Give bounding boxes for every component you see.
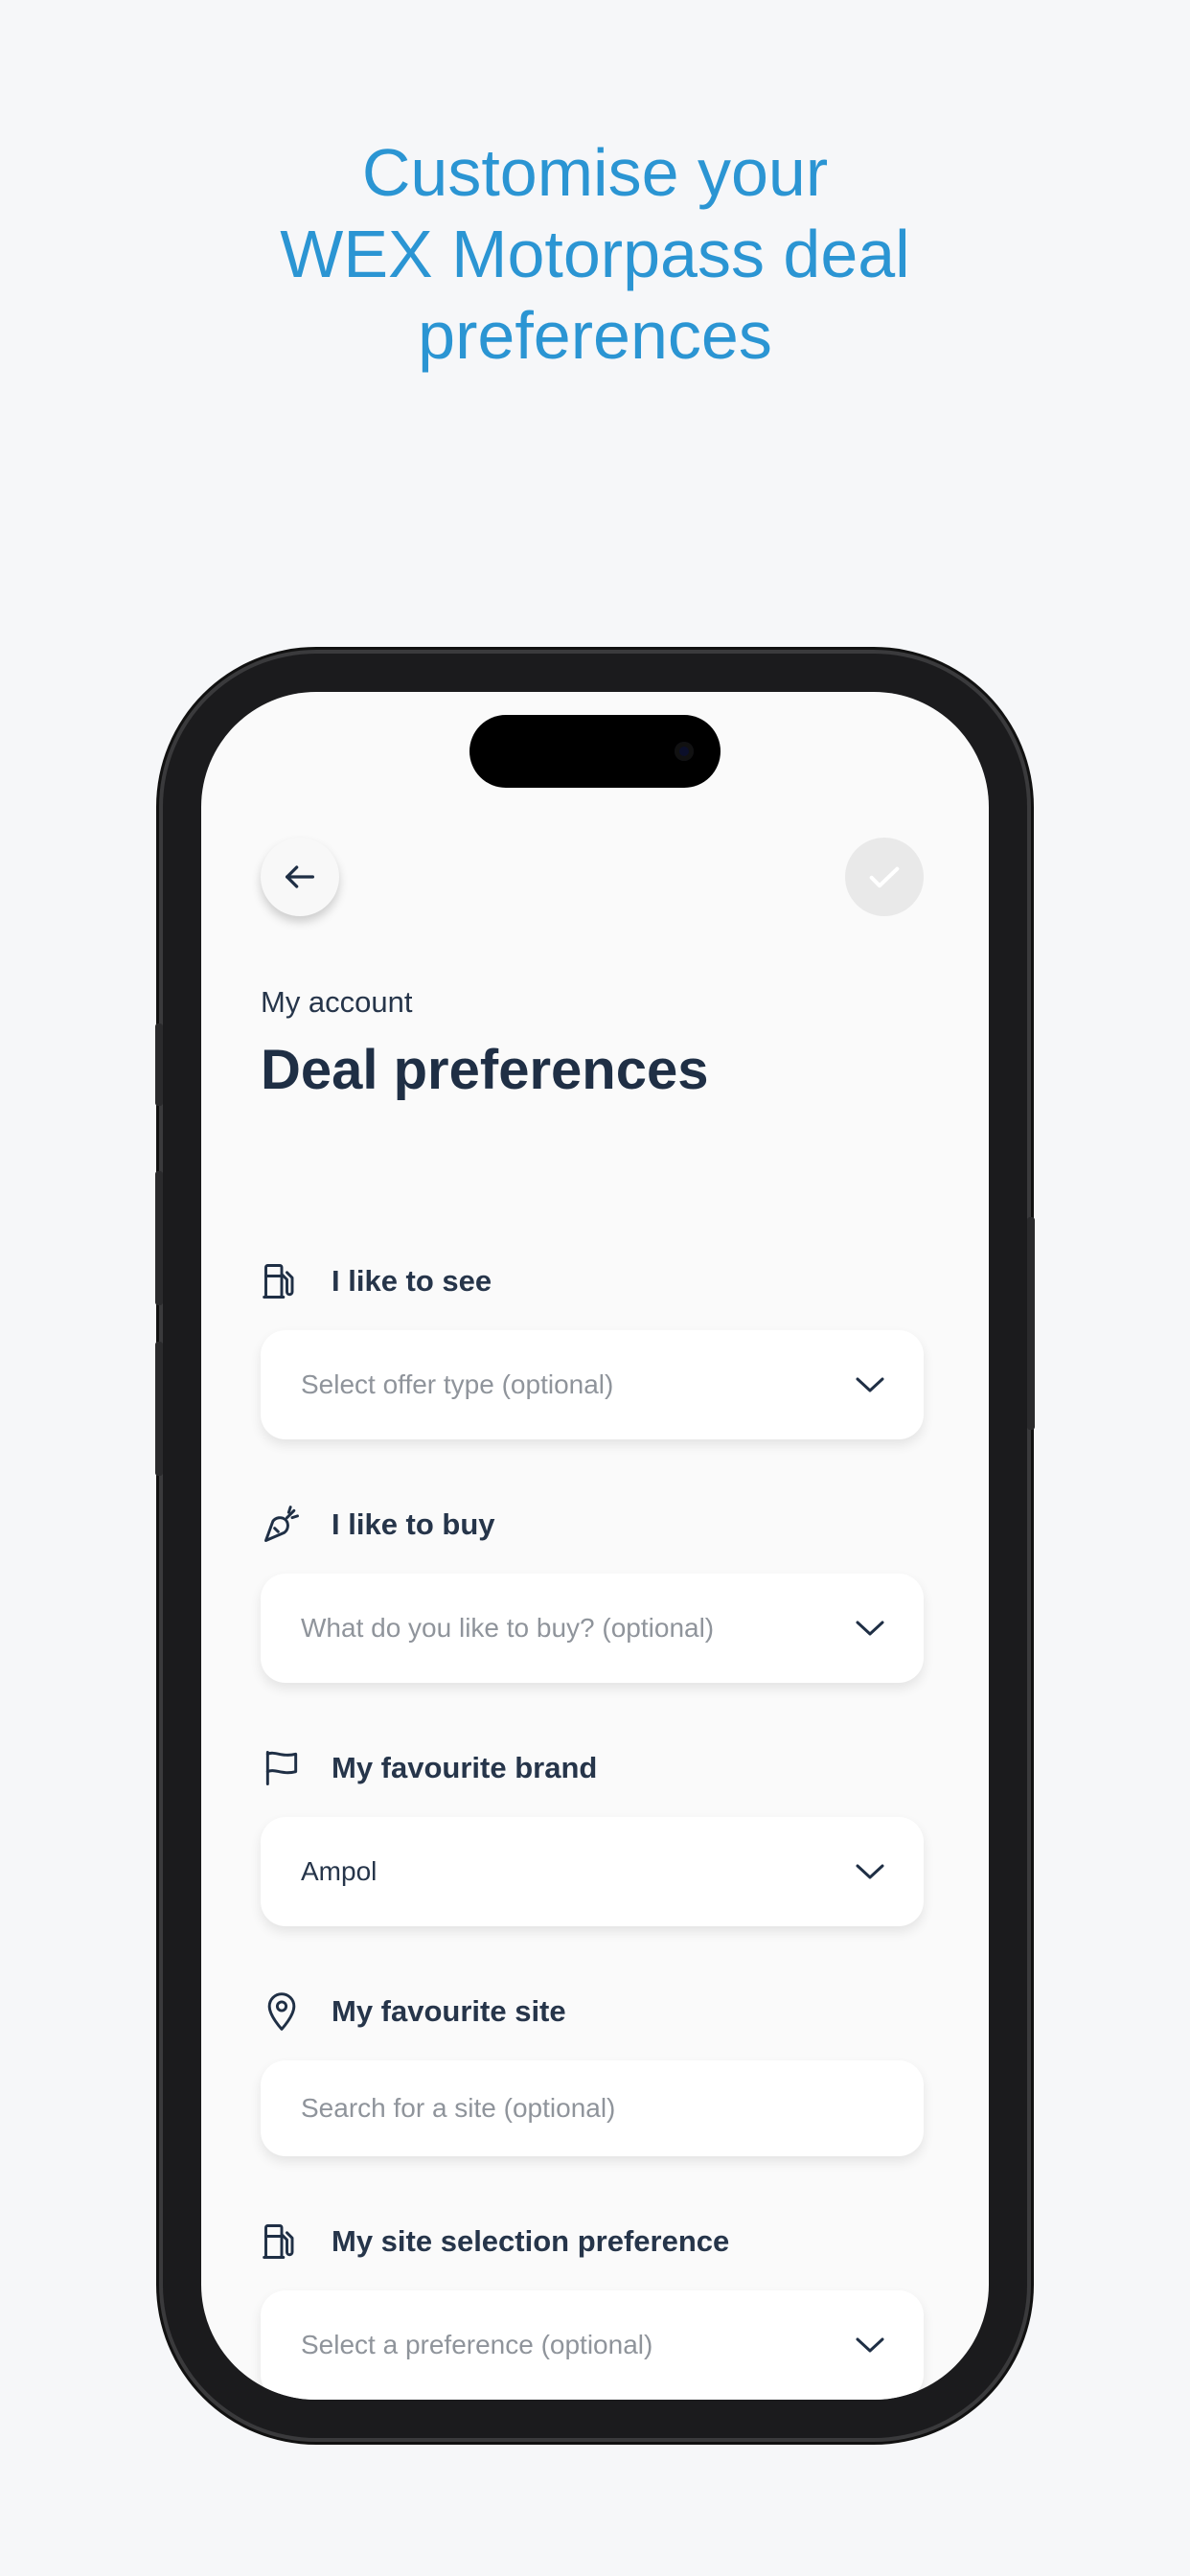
promo-headline: Customise your WEX Motorpass deal prefer… bbox=[0, 132, 1190, 377]
dynamic-island bbox=[469, 715, 721, 788]
breadcrumb: My account bbox=[261, 985, 413, 1019]
app-screen: My account Deal preferences I like to se… bbox=[201, 692, 989, 2400]
brand-dropdown[interactable]: Ampol bbox=[261, 1817, 924, 1926]
headline-line-3: preferences bbox=[418, 298, 772, 373]
volume-down-button bbox=[155, 1342, 163, 1476]
chevron-down-icon bbox=[855, 1375, 885, 1394]
action-button bbox=[155, 1024, 163, 1106]
brand-value: Ampol bbox=[301, 1856, 378, 1886]
section-label-text: I like to buy bbox=[332, 1507, 495, 1541]
volume-up-button bbox=[155, 1171, 163, 1305]
section-label-offer-type: I like to see bbox=[261, 1257, 492, 1305]
headline-line-1: Customise your bbox=[361, 135, 829, 210]
confirm-button[interactable] bbox=[845, 838, 924, 916]
chevron-down-icon bbox=[855, 1862, 885, 1881]
site-preference-placeholder: Select a preference (optional) bbox=[301, 2330, 653, 2359]
fuel-pump-icon bbox=[261, 1260, 303, 1302]
section-label-brand: My favourite brand bbox=[261, 1744, 597, 1792]
buy-placeholder: What do you like to buy? (optional) bbox=[301, 1613, 715, 1643]
site-preference-dropdown[interactable]: Select a preference (optional) bbox=[261, 2290, 924, 2400]
section-label-site: My favourite site bbox=[261, 1988, 566, 2036]
section-label-site-preference: My site selection preference bbox=[261, 2218, 729, 2266]
carrot-icon bbox=[261, 1504, 303, 1546]
back-button[interactable] bbox=[261, 838, 339, 916]
section-label-text: My site selection preference bbox=[332, 2224, 730, 2258]
site-search-input[interactable]: Search for a site (optional) bbox=[261, 2060, 924, 2156]
section-label-text: My favourite site bbox=[332, 1994, 566, 2028]
offer-type-dropdown[interactable]: Select offer type (optional) bbox=[261, 1330, 924, 1439]
check-icon bbox=[869, 866, 900, 888]
page-title: Deal preferences bbox=[261, 1039, 709, 1101]
flag-icon bbox=[261, 1747, 303, 1789]
map-pin-icon bbox=[261, 1990, 303, 2033]
power-button bbox=[1027, 1217, 1035, 1430]
chevron-down-icon bbox=[855, 2335, 885, 2355]
camera-icon bbox=[675, 742, 694, 761]
offer-type-placeholder: Select offer type (optional) bbox=[301, 1369, 614, 1399]
chevron-down-icon bbox=[855, 1619, 885, 1638]
section-label-buy: I like to buy bbox=[261, 1501, 495, 1549]
section-label-text: I like to see bbox=[332, 1264, 492, 1298]
fuel-pump-icon bbox=[261, 2220, 303, 2263]
arrow-left-icon bbox=[286, 865, 314, 888]
section-label-text: My favourite brand bbox=[332, 1751, 598, 1784]
buy-dropdown[interactable]: What do you like to buy? (optional) bbox=[261, 1574, 924, 1683]
site-search-placeholder: Search for a site (optional) bbox=[301, 2093, 616, 2123]
headline-line-2: WEX Motorpass deal bbox=[280, 217, 910, 291]
phone-frame: My account Deal preferences I like to se… bbox=[155, 654, 1035, 2438]
